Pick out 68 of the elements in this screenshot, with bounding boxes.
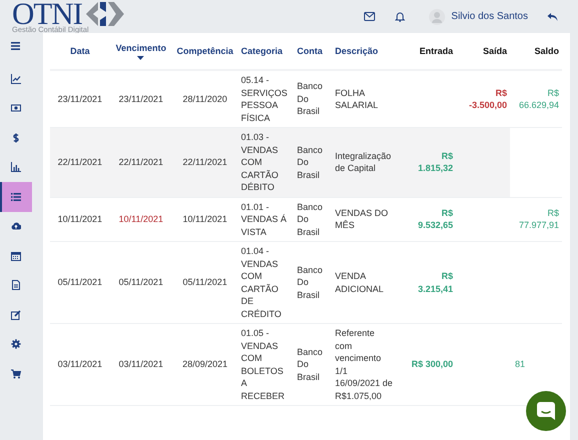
document-icon [11, 280, 21, 290]
table-cell: 28/09/2021 [182, 359, 228, 370]
column-header[interactable]: Vencimento [116, 42, 166, 60]
cart-icon [11, 368, 21, 379]
table-cell: FOLHA SALARIAL [335, 88, 378, 110]
table-cell: R$ 9.532,65 [418, 208, 453, 230]
logo-wordmark: OTNI [12, 1, 82, 27]
column-header[interactable]: Descrição [335, 46, 378, 56]
table-cell: 28/11/2020 [182, 94, 228, 104]
calendar-icon [11, 250, 21, 261]
table-cell: 03/11/2021 [118, 359, 164, 370]
table-cell: R$ 77.977,91 [518, 208, 559, 230]
mail-icon[interactable] [364, 12, 376, 21]
table-cell: Banco Do Brasil [297, 144, 323, 180]
table-cell: VENDAS DO MÊS [335, 208, 388, 230]
menu-icon[interactable] [11, 42, 20, 50]
chat-bubble-icon [536, 401, 556, 421]
column-header[interactable]: Saldo [534, 46, 559, 56]
table-cell: 01.04 - VENDAS COM CARTÃO DE CRÉDITO [241, 246, 282, 318]
table-cell: R$ 1.815,32 [418, 150, 453, 174]
table-cell: 05/11/2021 [182, 277, 228, 288]
table-cell: 10/11/2021 [118, 214, 164, 224]
table-cell: VENDA ADICIONAL [335, 271, 384, 294]
table-cell: 01.01 - VENDAS Á VISTA [241, 202, 287, 236]
table-cell: 22/11/2021 [118, 157, 164, 167]
sidebar-item[interactable] [0, 182, 32, 212]
line-chart-icon [11, 74, 21, 84]
table-cell: Banco Do Brasil [297, 264, 323, 300]
table-cell: Banco Do Brasil [297, 81, 323, 116]
table-cell: 01.03 - VENDAS COM CARTÃO DÉBITO [241, 132, 278, 192]
column-header[interactable]: Saída [482, 46, 507, 56]
table-cell: Referente com vencimento 1/1 16/09/2021 de R$1.075,00 [335, 328, 393, 400]
settings-icon [11, 339, 21, 350]
table-cell: 01.05 - VENDAS COM BOLETOS A RECEBER [241, 328, 285, 400]
table-cell: Banco Do Brasil [297, 346, 323, 382]
column-header[interactable]: Conta [297, 46, 322, 56]
back-arrow-icon[interactable] [547, 12, 558, 22]
table-cell: 05/11/2021 [118, 277, 164, 288]
avatar-icon [429, 8, 446, 24]
user-name[interactable]: Silvio dos Santos [451, 11, 528, 22]
bell-icon[interactable] [395, 11, 406, 22]
table-cell: R$ 3.215,41 [418, 271, 453, 294]
table-cell: 22/11/2021 [182, 157, 228, 167]
table-cell: 22/11/2021 [58, 157, 102, 167]
table-cell: 10/11/2021 [182, 214, 228, 224]
table-cell: 10/11/2021 [58, 214, 102, 224]
table-cell: 03/11/2021 [58, 359, 102, 370]
banknote-icon [11, 103, 21, 114]
cloud-upload-icon [11, 221, 21, 232]
column-header[interactable]: Entrada [419, 46, 453, 56]
table-cell: R$ 300,00 [411, 359, 453, 370]
column-header[interactable]: Categoria [241, 46, 283, 56]
edit-icon [11, 310, 21, 320]
table-cell: 05.14 - SERVIÇOS PESSOA FÍSICA [241, 75, 288, 122]
table-cell: 23/11/2021 [58, 94, 102, 104]
dollar-icon [11, 132, 21, 143]
column-header[interactable]: Competência [176, 46, 234, 56]
table-cell: 23/11/2021 [118, 94, 164, 104]
list-icon [11, 192, 21, 202]
table-cell: R$ -3.500,00 [468, 88, 507, 110]
table-cell: Banco Do Brasil [297, 202, 323, 236]
bar-chart-icon [11, 162, 21, 172]
table-cell: R$ 66.629,94 [518, 88, 559, 110]
logo-icon [84, 0, 126, 28]
table-cell: 81 [515, 359, 526, 370]
column-header[interactable]: Data [70, 46, 90, 56]
table-cell: Integralização de Capital [335, 150, 392, 174]
table-cell: 05/11/2021 [58, 277, 102, 288]
